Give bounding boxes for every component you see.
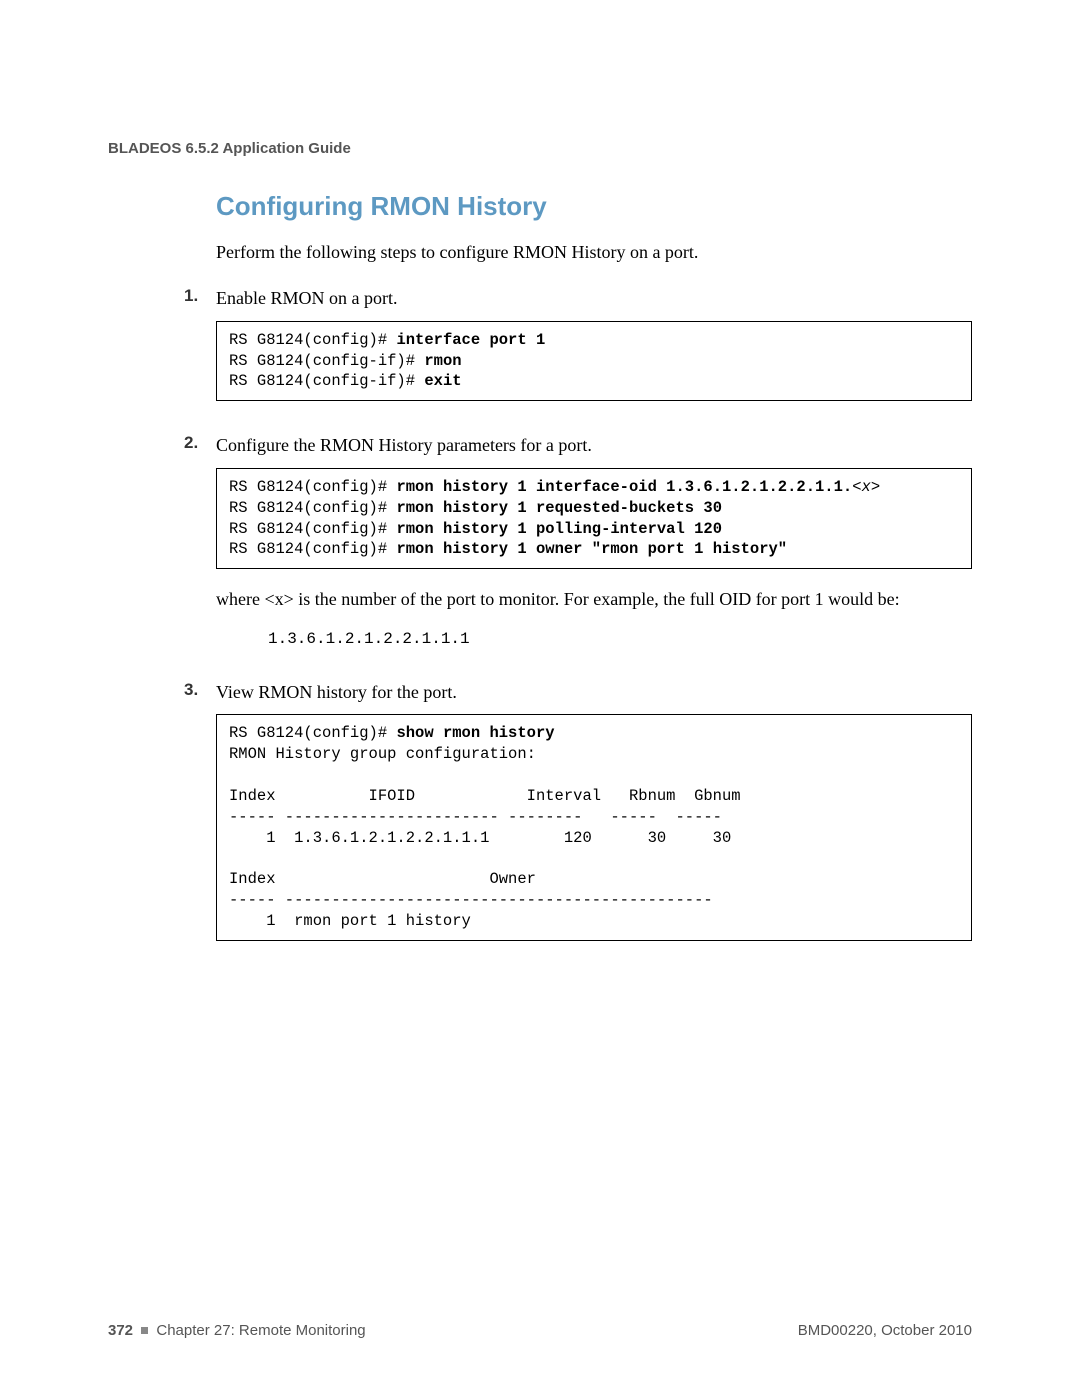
- code-block-3: RS G8124(config)# show rmon history RMON…: [216, 714, 972, 941]
- code-line: RS G8124(config-if)#: [229, 352, 424, 370]
- code-line: RS G8124(config)#: [229, 478, 396, 496]
- code-bold: interface port 1: [396, 331, 545, 349]
- step-number: 2.: [184, 433, 216, 665]
- code-bold: exit: [424, 372, 461, 390]
- code-line: 1 1.3.6.1.2.1.2.2.1.1.1 120 30 30: [229, 829, 731, 847]
- code-line: RS G8124(config)#: [229, 724, 396, 742]
- code-bold: show rmon history: [396, 724, 554, 742]
- intro-text: Perform the following steps to configure…: [216, 240, 972, 264]
- code-line: ----- ----------------------- -------- -…: [229, 808, 722, 826]
- code-line: RS G8124(config)#: [229, 499, 396, 517]
- code-bold: rmon history 1 owner "rmon port 1 histor…: [396, 540, 787, 558]
- step-1: 1. Enable RMON on a port. RS G8124(confi…: [184, 286, 972, 419]
- code-bold: rmon history 1 polling-interval 120: [396, 520, 722, 538]
- step-text: Configure the RMON History parameters fo…: [216, 433, 972, 457]
- code-italic: <x>: [852, 478, 880, 496]
- code-line: ----- ----------------------------------…: [229, 891, 713, 909]
- page-number: 372: [108, 1322, 133, 1339]
- footer-right: BMD00220, October 2010: [798, 1322, 972, 1339]
- where-text: where <x> is the number of the port to m…: [216, 587, 972, 611]
- step-number: 1.: [184, 286, 216, 419]
- code-line: Index Owner: [229, 870, 536, 888]
- section-title: Configuring RMON History: [216, 191, 972, 222]
- doc-header: BLADEOS 6.5.2 Application Guide: [108, 140, 972, 157]
- steps-list: 1. Enable RMON on a port. RS G8124(confi…: [184, 286, 972, 959]
- code-line: RMON History group configuration:: [229, 745, 536, 763]
- code-block-1: RS G8124(config)# interface port 1 RS G8…: [216, 321, 972, 402]
- code-bold: rmon history 1 requested-buckets 30: [396, 499, 722, 517]
- code-bold: rmon: [424, 352, 461, 370]
- footer-left: 372 Chapter 27: Remote Monitoring: [108, 1322, 366, 1339]
- code-line: RS G8124(config)#: [229, 540, 396, 558]
- code-line: RS G8124(config)#: [229, 520, 396, 538]
- step-3: 3. View RMON history for the port. RS G8…: [184, 680, 972, 960]
- code-line: 1 rmon port 1 history: [229, 912, 471, 930]
- step-text: Enable RMON on a port.: [216, 286, 972, 310]
- code-line: RS G8124(config-if)#: [229, 372, 424, 390]
- page-footer: 372 Chapter 27: Remote Monitoring BMD002…: [108, 1322, 972, 1339]
- code-line: Index IFOID Interval Rbnum Gbnum: [229, 787, 741, 805]
- code-block-2: RS G8124(config)# rmon history 1 interfa…: [216, 468, 972, 570]
- square-bullet-icon: [141, 1327, 148, 1334]
- code-line: RS G8124(config)#: [229, 331, 396, 349]
- step-number: 3.: [184, 680, 216, 960]
- code-bold: rmon history 1 interface-oid 1.3.6.1.2.1…: [396, 478, 852, 496]
- step-2: 2. Configure the RMON History parameters…: [184, 433, 972, 665]
- step-text: View RMON history for the port.: [216, 680, 972, 704]
- chapter-label: Chapter 27: Remote Monitoring: [156, 1322, 365, 1339]
- oid-text: 1.3.6.1.2.1.2.2.1.1.1: [268, 630, 972, 648]
